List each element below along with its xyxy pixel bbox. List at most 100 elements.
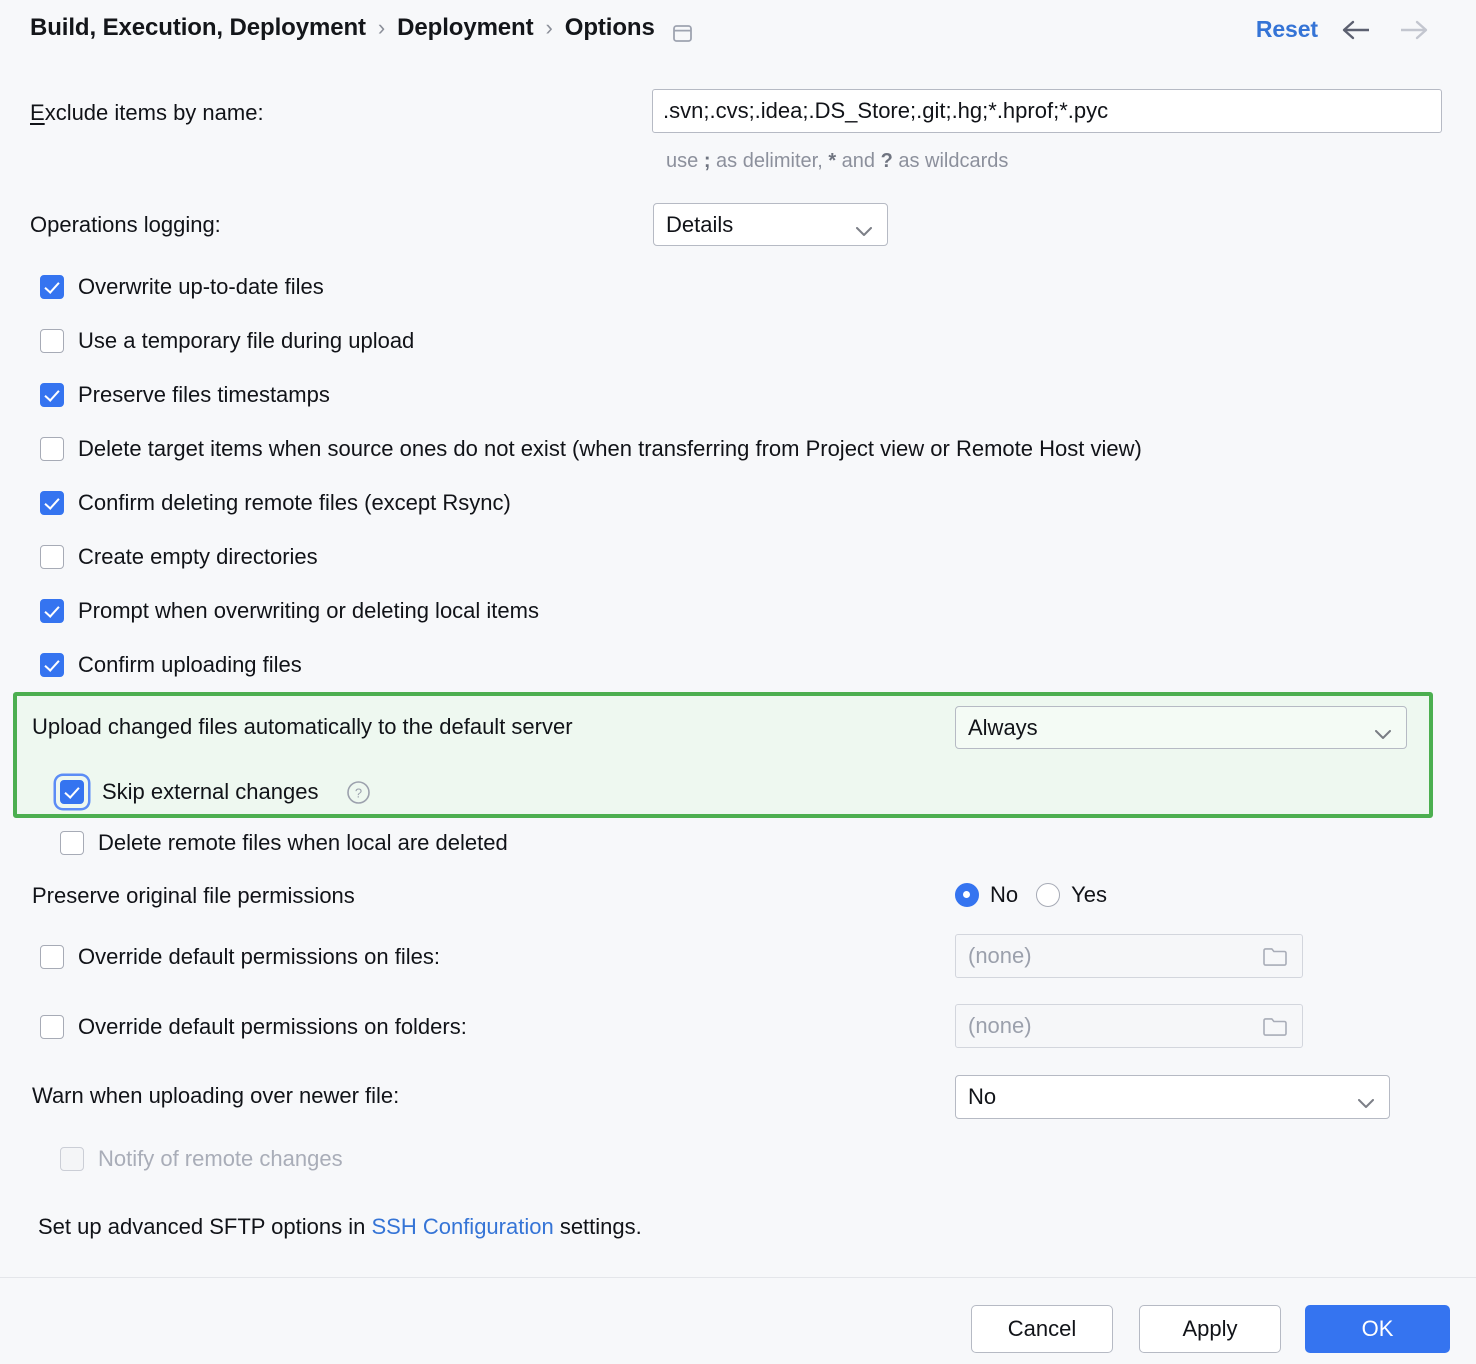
hint-post: as wildcards [893,150,1009,172]
radio-indicator[interactable] [955,883,979,907]
operations-logging-select[interactable]: Details [653,203,888,246]
checkbox-confirm-uploading-files[interactable]: Confirm uploading files [40,652,302,678]
cancel-button[interactable]: Cancel [971,1305,1113,1353]
checkbox-indicator[interactable] [60,831,84,855]
chevron-down-icon [1372,721,1394,735]
warn-uploading-newer-select[interactable]: No [955,1075,1390,1119]
checkbox-indicator[interactable] [40,329,64,353]
apply-button[interactable]: Apply [1139,1305,1281,1353]
ok-button[interactable]: OK [1305,1305,1450,1353]
checkbox-indicator[interactable] [40,491,64,515]
folder-icon[interactable] [1262,945,1288,967]
checkbox-overwrite-up-to-date-files[interactable]: Overwrite up-to-date files [40,274,324,300]
checkbox-use-temporary-file-during-upload[interactable]: Use a temporary file during upload [40,328,414,354]
checkbox-label: Notify of remote changes [98,1146,343,1172]
override-folders-value: (none) [968,1013,1262,1039]
exclude-items-hint: use ; as delimiter, * and ? as wildcards [666,150,1008,173]
svg-text:?: ? [355,785,362,800]
checkbox-label: Skip external changes [102,779,318,805]
settings-header: Build, Execution, Deployment › Deploymen… [0,0,1476,62]
breadcrumb-item-options[interactable]: Options [565,14,655,42]
override-folders-path-field[interactable]: (none) [955,1004,1303,1048]
checkbox-override-default-permissions-folders[interactable]: Override default permissions on folders: [40,1014,467,1040]
window-panel-icon[interactable] [673,21,692,38]
checkbox-override-default-permissions-files[interactable]: Override default permissions on files: [40,944,440,970]
checkbox-delete-remote-files-when-local-deleted[interactable]: Delete remote files when local are delet… [60,830,508,856]
radio-indicator[interactable] [1036,883,1060,907]
exclude-items-value: .svn;.cvs;.idea;.DS_Store;.git;.hg;*.hpr… [663,98,1108,124]
reset-link[interactable]: Reset [1256,16,1318,43]
checkbox-indicator[interactable] [40,545,64,569]
radio-option-yes[interactable]: Yes [1036,882,1107,908]
ssh-configuration-link[interactable]: SSH Configuration [371,1214,553,1239]
checkbox-label: Prompt when overwriting or deleting loca… [78,598,539,624]
hint-mid: as delimiter, [710,150,828,172]
checkbox-label: Overwrite up-to-date files [78,274,324,300]
exclude-items-input[interactable]: .svn;.cvs;.idea;.DS_Store;.git;.hg;*.hpr… [652,89,1442,133]
breadcrumb-item-deployment[interactable]: Deployment [397,14,533,42]
checkbox-label: Override default permissions on files: [78,944,440,970]
checkbox-label: Override default permissions on folders: [78,1014,467,1040]
upload-automatically-select[interactable]: Always [955,706,1407,749]
arrow-right-icon [1396,18,1430,42]
chevron-down-icon [853,218,875,232]
checkbox-label: Create empty directories [78,544,318,570]
checkbox-label: Delete remote files when local are delet… [98,830,508,856]
operations-logging-label: Operations logging: [30,212,221,238]
checkbox-notify-of-remote-changes: Notify of remote changes [60,1146,343,1172]
radio-option-no[interactable]: No [955,882,1018,908]
checkbox-label: Confirm uploading files [78,652,302,678]
chevron-down-icon [1355,1090,1377,1104]
sftp-footnote: Set up advanced SFTP options in SSH Conf… [38,1214,642,1240]
checkbox-indicator[interactable] [40,1015,64,1039]
hint-pre: use [666,150,704,172]
upload-automatically-value: Always [968,715,1372,741]
operations-logging-value: Details [666,212,853,238]
checkbox-label: Delete target items when source ones do … [78,436,1142,462]
footnote-pre: Set up advanced SFTP options in [38,1214,371,1239]
dialog-footer: Cancel Apply OK [0,1278,1476,1364]
footnote-post: settings. [554,1214,642,1239]
checkbox-indicator[interactable] [40,275,64,299]
warn-uploading-newer-label: Warn when uploading over newer file: [32,1083,399,1109]
checkbox-indicator[interactable] [60,780,84,804]
checkbox-skip-external-changes[interactable]: Skip external changes ? [60,776,371,808]
checkbox-indicator [60,1147,84,1171]
hint-question: ? [881,150,893,172]
exclude-items-label: Exclude items by name: [30,100,264,126]
exclude-items-label-text: xclude items by name: [45,100,264,125]
checkbox-label: Confirm deleting remote files (except Rs… [78,490,511,516]
radio-label: No [990,882,1018,908]
arrow-left-icon[interactable] [1340,18,1374,42]
question-mark-icon[interactable]: ? [346,780,371,805]
checkbox-indicator[interactable] [40,945,64,969]
hint-asterisk: * [828,150,836,172]
checkbox-label: Use a temporary file during upload [78,328,414,354]
override-files-value: (none) [968,943,1262,969]
breadcrumb: Build, Execution, Deployment › Deploymen… [30,14,692,42]
navigation-arrows [1340,18,1430,42]
override-files-path-field[interactable]: (none) [955,934,1303,978]
checkbox-preserve-files-timestamps[interactable]: Preserve files timestamps [40,382,330,408]
preserve-permissions-radio-group: No Yes [955,882,1107,908]
checkbox-prompt-when-overwriting-local-items[interactable]: Prompt when overwriting or deleting loca… [40,598,539,624]
radio-label: Yes [1071,882,1107,908]
breadcrumb-item-root[interactable]: Build, Execution, Deployment [30,14,366,42]
checkbox-confirm-deleting-remote-files[interactable]: Confirm deleting remote files (except Rs… [40,490,511,516]
checkbox-focus-ring [56,776,88,808]
preserve-permissions-label: Preserve original file permissions [32,883,355,909]
breadcrumb-separator: › [378,17,385,39]
warn-uploading-newer-value: No [968,1084,1355,1110]
folder-icon[interactable] [1262,1015,1288,1037]
checkbox-create-empty-directories[interactable]: Create empty directories [40,544,318,570]
checkbox-indicator[interactable] [40,653,64,677]
hint-and: and [836,150,880,172]
checkbox-label: Preserve files timestamps [78,382,330,408]
exclude-items-mnemonic: E [30,100,45,125]
checkbox-indicator[interactable] [40,383,64,407]
checkbox-delete-target-items-when-source-missing[interactable]: Delete target items when source ones do … [40,436,1142,462]
breadcrumb-separator: › [546,17,553,39]
checkbox-indicator[interactable] [40,437,64,461]
checkbox-indicator[interactable] [40,599,64,623]
upload-automatically-label: Upload changed files automatically to th… [32,714,573,740]
